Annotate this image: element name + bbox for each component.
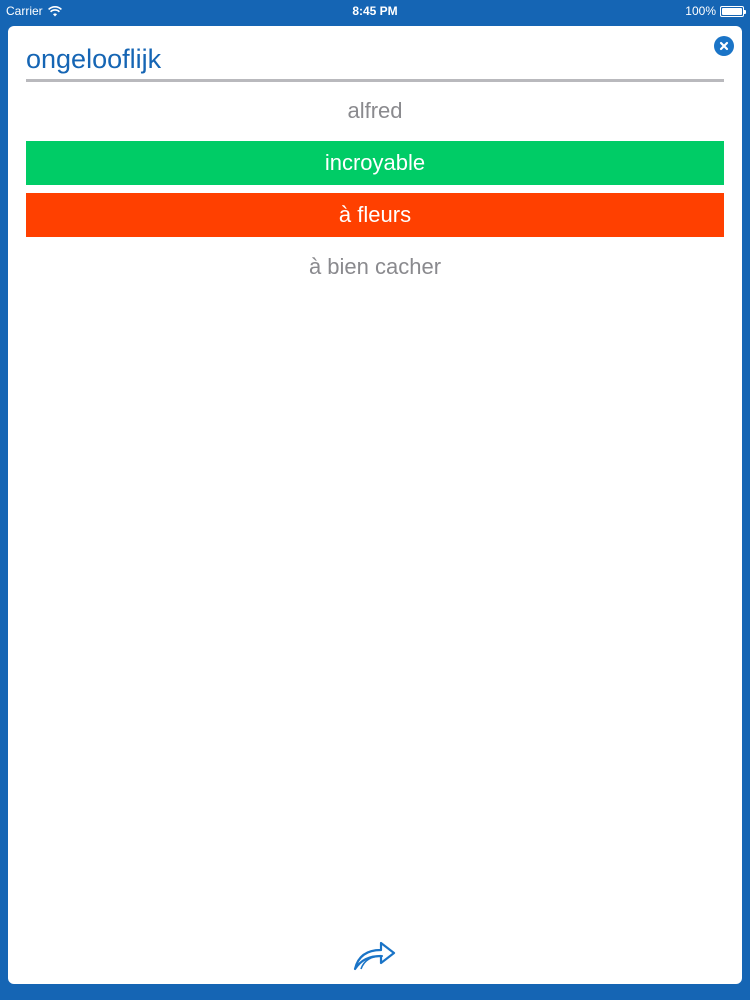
answer-option-wrong[interactable]: à fleurs: [26, 193, 724, 237]
battery-fill: [722, 7, 742, 15]
answer-options: alfred incroyable à fleurs à bien cacher: [26, 89, 724, 297]
quiz-card: ongelooflijk alfred incroyable à fleurs …: [8, 26, 742, 984]
next-button[interactable]: [352, 938, 398, 972]
battery-icon: [720, 5, 746, 17]
status-right: 100%: [685, 4, 746, 18]
forward-arrow-icon: [353, 941, 396, 971]
answer-option-correct[interactable]: incroyable: [26, 141, 724, 185]
battery-percent: 100%: [685, 4, 716, 18]
answer-option-bien-cacher[interactable]: à bien cacher: [26, 245, 724, 289]
quiz-word: ongelooflijk: [26, 42, 724, 82]
status-bar: Carrier 8:45 PM 100%: [0, 0, 750, 22]
answer-option-alfred[interactable]: alfred: [26, 89, 724, 133]
status-time: 8:45 PM: [352, 4, 398, 18]
